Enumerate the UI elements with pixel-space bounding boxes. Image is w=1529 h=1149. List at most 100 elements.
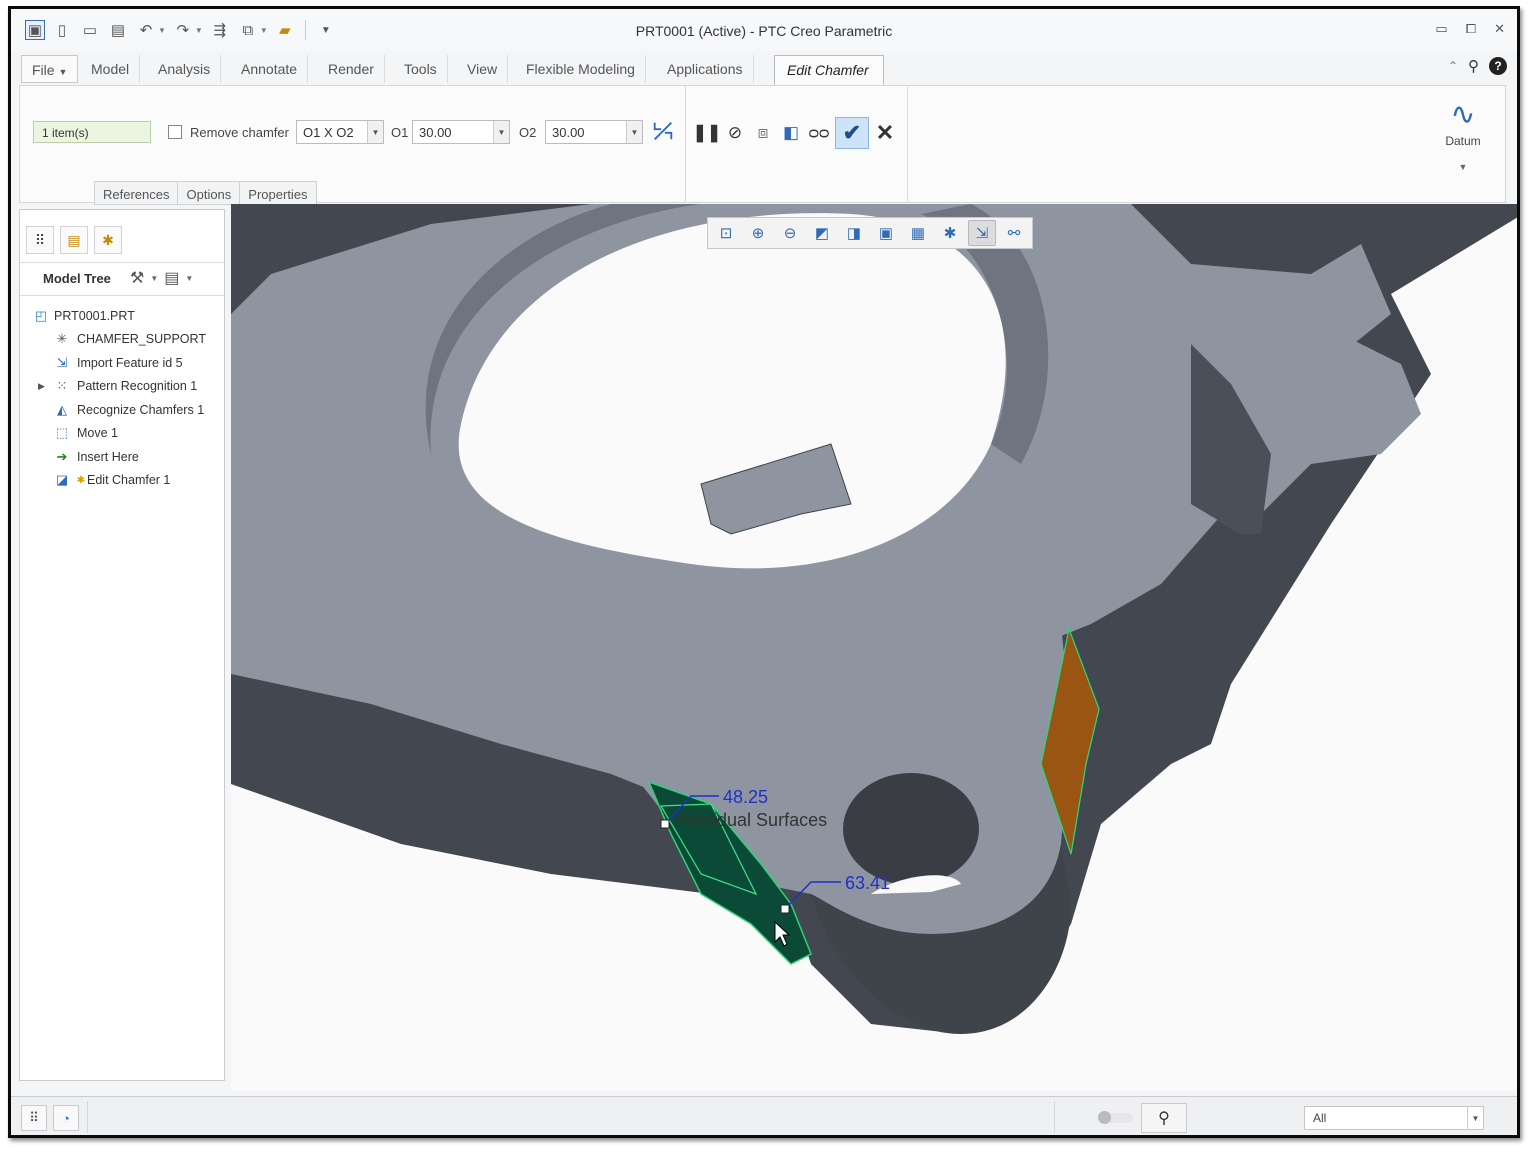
no-preview-icon[interactable]: ⊘ [723, 119, 747, 147]
search-icon[interactable]: ⚲ [1468, 57, 1479, 75]
o2-value: 30.00 [552, 125, 585, 140]
tree-node[interactable]: ✳ CHAMFER_SUPPORT [20, 328, 224, 352]
o1-value: 30.00 [419, 125, 452, 140]
tree-settings-icon[interactable]: ⚒ [130, 268, 144, 288]
find-icon[interactable]: ⚲ [1141, 1103, 1187, 1133]
chamfer-scheme-select[interactable]: O1 X O2 ▼ [296, 120, 384, 144]
recognize-chamfer-icon: ◭ [57, 401, 67, 417]
saved-orientations-icon[interactable]: ▣ [872, 220, 900, 246]
o2-label: O2 [519, 125, 537, 140]
model-tree-tab-icon[interactable]: ⠿ [26, 226, 54, 254]
collapse-ribbon-icon[interactable]: ⌃ [1448, 59, 1458, 73]
tab-file-label: File [32, 62, 55, 78]
tree-node[interactable]: ⇲ Import Feature id 5 [20, 351, 224, 375]
tree-node-label: Pattern Recognition 1 [77, 379, 198, 394]
tree-node[interactable]: ◰ PRT0001.PRT [20, 304, 224, 328]
view-manager-icon[interactable]: ▦ [904, 220, 932, 246]
folder-browser-icon[interactable]: ▤ [60, 226, 88, 254]
tab-flexible-modeling[interactable]: Flexible Modeling [516, 55, 646, 83]
tree-node[interactable]: ⬚ Move 1 [20, 422, 224, 446]
tree-node-label: PRT0001.PRT [54, 308, 135, 323]
selection-toggle[interactable] [1098, 1111, 1133, 1124]
status-divider [1054, 1101, 1055, 1133]
tab-applications[interactable]: Applications [657, 55, 754, 83]
tab-analysis[interactable]: Analysis [148, 55, 222, 83]
zoom-out-icon[interactable]: ⊖ [776, 220, 804, 246]
show-browser-icon[interactable]: ◔ [53, 1105, 79, 1131]
chevron-down-icon: ▼ [1467, 1107, 1483, 1129]
dimension-label-d2[interactable]: 63.41 [845, 873, 890, 893]
tree-node[interactable]: ➔ Insert Here [20, 445, 224, 469]
tab-properties[interactable]: Properties [239, 181, 317, 205]
status-divider [87, 1101, 88, 1133]
import-icon: ⇲ [56, 354, 68, 370]
tree-node[interactable]: ◭ Recognize Chamfers 1 [20, 398, 224, 422]
tab-options[interactable]: Options [177, 181, 240, 205]
tree-node-label: Insert Here [77, 449, 139, 464]
flip-direction-icon[interactable] [651, 117, 675, 145]
dimension-label-d1[interactable]: 48.25 [723, 787, 768, 807]
drag-handle-2[interactable] [780, 904, 790, 914]
tab-render[interactable]: Render [318, 55, 385, 83]
preview-icon[interactable]: ⧈ [751, 119, 775, 147]
spin-center-icon[interactable]: ⇲ [968, 220, 996, 246]
annotation-display-icon[interactable]: ⚯ [1000, 220, 1028, 246]
o2-value-input[interactable]: 30.00 ▼ [545, 120, 643, 144]
dashboard-separator [685, 86, 686, 203]
chevron-down-icon: ▼ [493, 121, 509, 143]
selection-filter-select[interactable]: All ▼ [1304, 1106, 1484, 1130]
remove-chamfer-checkbox[interactable] [168, 125, 182, 139]
pause-icon[interactable]: ❚❚ [693, 119, 722, 147]
datum-display-icon[interactable]: ✱ [936, 220, 964, 246]
minimize-icon[interactable]: ▭ [1435, 21, 1447, 37]
navigator-tabs: ⠿ ▤ ✱ [26, 226, 122, 254]
tree-node-label: Edit Chamfer 1 [87, 473, 171, 488]
glasses-icon[interactable]: ᴑᴑ [807, 119, 831, 147]
pattern-icon: ⁙ [56, 378, 68, 394]
cancel-button[interactable]: ✕ [873, 119, 897, 147]
tab-edit-chamfer[interactable]: Edit Chamfer [774, 55, 884, 87]
chevron-down-icon: ▼ [1458, 162, 1468, 172]
tree-node[interactable]: ◪ ✱ Edit Chamfer 1 [20, 469, 224, 493]
title-bar: ▣ ▯ ▭ ▤ ↶ ▼ ↷ ▼ ⇶ ⧉ ▼ ▰ ▼ PRT0001 (Active) … [11, 9, 1517, 51]
surface-hint-text: Individual Surfaces [675, 810, 827, 830]
display-style-icon[interactable]: ◨ [840, 220, 868, 246]
tab-file[interactable]: File ▼ [21, 55, 79, 83]
ok-button[interactable]: ✔ [835, 117, 869, 149]
favorites-icon[interactable]: ✱ [94, 226, 122, 254]
selection-filter-value: All [1313, 1111, 1327, 1125]
help-icon[interactable]: ? [1489, 57, 1507, 75]
zoom-in-icon[interactable]: ⊕ [744, 220, 772, 246]
model-tree-title: Model Tree [43, 271, 111, 286]
tree-node[interactable]: ▶ ⁙ Pattern Recognition 1 [20, 375, 224, 399]
chevron-down-icon: ▼ [367, 121, 383, 143]
tab-model[interactable]: Model [81, 55, 141, 83]
tab-view[interactable]: View [457, 55, 509, 83]
references-collector[interactable]: 1 item(s) [33, 121, 151, 143]
ribbon-right-tools: ⌃ ⚲ ? [1448, 57, 1507, 75]
chevron-down-icon[interactable]: ▼ [185, 274, 193, 283]
maximize-icon[interactable]: ⧠ [1466, 21, 1476, 37]
chevron-down-icon: ▼ [58, 67, 68, 77]
o1-value-input[interactable]: 30.00 ▼ [412, 120, 510, 144]
tab-tools[interactable]: Tools [394, 55, 448, 83]
insert-arrow-icon: ➔ [56, 448, 68, 464]
graphics-window[interactable]: 48.25 63.41 Individual Surfaces ⊡ ⊕ ⊖ ◩ … [231, 204, 1520, 1091]
drag-handle-1[interactable] [660, 819, 670, 829]
tree-node-label: Move 1 [77, 426, 118, 441]
tab-references[interactable]: References [94, 181, 178, 205]
model-tree-header: Model Tree ⚒ ▼ ▤ ▼ [20, 262, 224, 296]
repaint-icon[interactable]: ◩ [808, 220, 836, 246]
show-icon[interactable]: ▤ [164, 268, 179, 288]
chevron-down-icon[interactable]: ▼ [150, 274, 158, 283]
tab-annotate[interactable]: Annotate [231, 55, 309, 83]
move-icon: ⬚ [55, 425, 69, 441]
close-icon[interactable]: ✕ [1494, 21, 1505, 37]
datum-group[interactable]: ∿ Datum ▼ [1435, 96, 1491, 172]
refit-icon[interactable]: ⊡ [712, 220, 740, 246]
show-navigator-icon[interactable]: ⠿ [21, 1105, 47, 1131]
verify-icon[interactable]: ◧ [779, 119, 803, 147]
model-viewport[interactable]: 48.25 63.41 Individual Surfaces [231, 204, 1520, 1091]
expand-arrow-icon[interactable]: ▶ [38, 381, 45, 392]
dashboard-subtabs: References Options Properties [94, 181, 317, 205]
